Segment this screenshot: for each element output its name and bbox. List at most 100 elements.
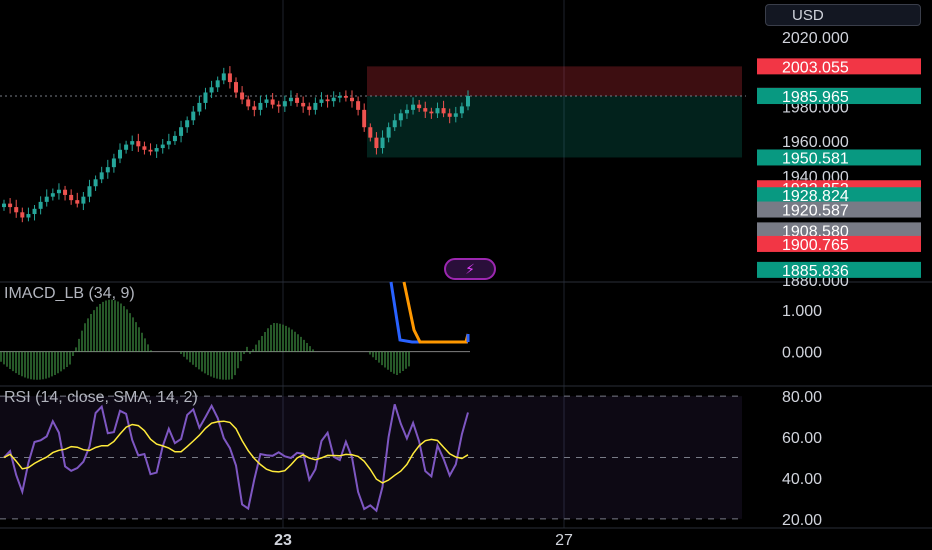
candle xyxy=(38,201,43,209)
candle xyxy=(75,200,80,204)
candle xyxy=(252,106,257,110)
candle xyxy=(160,144,165,149)
candle xyxy=(453,113,458,117)
candle xyxy=(136,141,141,147)
candle xyxy=(288,97,293,102)
signal-line xyxy=(402,281,470,344)
candle xyxy=(258,102,263,110)
candle xyxy=(197,102,202,112)
price-badge-label: 1900.765 xyxy=(782,237,849,254)
candle xyxy=(362,109,367,128)
rsi-axis-tick: 20.00 xyxy=(782,512,822,529)
candle xyxy=(124,144,129,150)
candle xyxy=(404,109,409,114)
candle xyxy=(301,102,306,107)
candle xyxy=(423,108,428,112)
candle xyxy=(185,120,190,128)
candle xyxy=(227,73,232,83)
candle xyxy=(69,194,74,201)
currency-button[interactable]: USD xyxy=(765,4,921,26)
candle xyxy=(398,113,403,121)
candle xyxy=(417,104,422,109)
time-axis-label-23: 23 xyxy=(274,532,292,549)
candle xyxy=(221,73,226,81)
candle xyxy=(203,92,208,103)
candle xyxy=(111,158,116,168)
candle xyxy=(331,97,336,102)
rsi-axis-tick: 40.00 xyxy=(782,471,822,488)
candle xyxy=(93,179,98,187)
rsi-axis-tick: 60.00 xyxy=(782,430,822,447)
candle xyxy=(56,189,61,194)
candle xyxy=(2,203,6,208)
candle xyxy=(466,95,470,107)
candle xyxy=(264,99,269,103)
candle xyxy=(386,127,391,138)
price-axis-tick: 2020.000 xyxy=(782,30,849,47)
candle xyxy=(295,97,300,103)
candle xyxy=(81,196,86,204)
candle xyxy=(63,189,68,195)
candle xyxy=(429,111,434,114)
candle xyxy=(154,148,159,152)
candle xyxy=(307,106,312,110)
candle xyxy=(459,106,464,114)
candle xyxy=(118,149,122,159)
candle xyxy=(337,95,342,98)
candle xyxy=(282,101,287,107)
candle xyxy=(8,203,13,208)
candle xyxy=(447,113,452,117)
candle xyxy=(246,99,251,107)
candle xyxy=(343,95,348,98)
time-axis-label-27: 27 xyxy=(555,532,573,549)
candle xyxy=(191,111,196,121)
macd-line xyxy=(389,281,468,344)
price-badge-label: 2003.055 xyxy=(782,59,849,76)
candle xyxy=(130,141,135,145)
candle xyxy=(166,141,171,145)
candle xyxy=(380,137,385,149)
macd-axis-tick: 1.000 xyxy=(782,303,822,320)
lightning-bolt-icon[interactable]: ⚡ xyxy=(444,258,496,280)
candle xyxy=(319,99,324,103)
price-axis-tick: 1960.000 xyxy=(782,134,849,151)
price-badge-label: 1920.587 xyxy=(782,203,849,220)
candle xyxy=(87,186,92,197)
macd-axis-tick: 0.000 xyxy=(782,345,822,362)
candle xyxy=(276,104,281,107)
candle xyxy=(441,108,446,114)
candle xyxy=(105,167,110,173)
candle xyxy=(44,196,49,202)
candle xyxy=(356,101,361,110)
candle xyxy=(350,97,354,102)
candle xyxy=(142,146,147,150)
candle xyxy=(50,193,55,197)
candle xyxy=(20,212,25,218)
candle xyxy=(14,207,19,213)
candle xyxy=(411,104,416,110)
candle xyxy=(32,208,37,215)
candle xyxy=(392,120,397,128)
candle xyxy=(270,99,275,105)
rsi-axis-tick: 80.00 xyxy=(782,389,822,406)
rsi-indicator-label[interactable]: RSI (14, close, SMA, 14, 2) xyxy=(4,389,198,407)
price-badge-label: 1950.581 xyxy=(782,150,849,167)
candle xyxy=(368,127,373,138)
candle xyxy=(99,172,104,180)
position-target-zone xyxy=(367,66,742,97)
candle xyxy=(234,82,238,93)
candle xyxy=(148,149,153,152)
price-badge-label: 1985.965 xyxy=(782,89,849,106)
candle xyxy=(374,137,379,149)
candle xyxy=(325,99,330,102)
candle xyxy=(240,92,245,100)
candle xyxy=(435,108,440,114)
candle xyxy=(179,127,184,136)
candle xyxy=(313,102,318,110)
candle xyxy=(26,214,31,218)
macd-indicator-label[interactable]: IMACD_LB (34, 9) xyxy=(4,285,135,303)
candle xyxy=(209,87,214,93)
price-badge-label: 1885.836 xyxy=(782,263,849,280)
candle xyxy=(215,80,220,88)
position-stop-zone xyxy=(367,96,742,158)
